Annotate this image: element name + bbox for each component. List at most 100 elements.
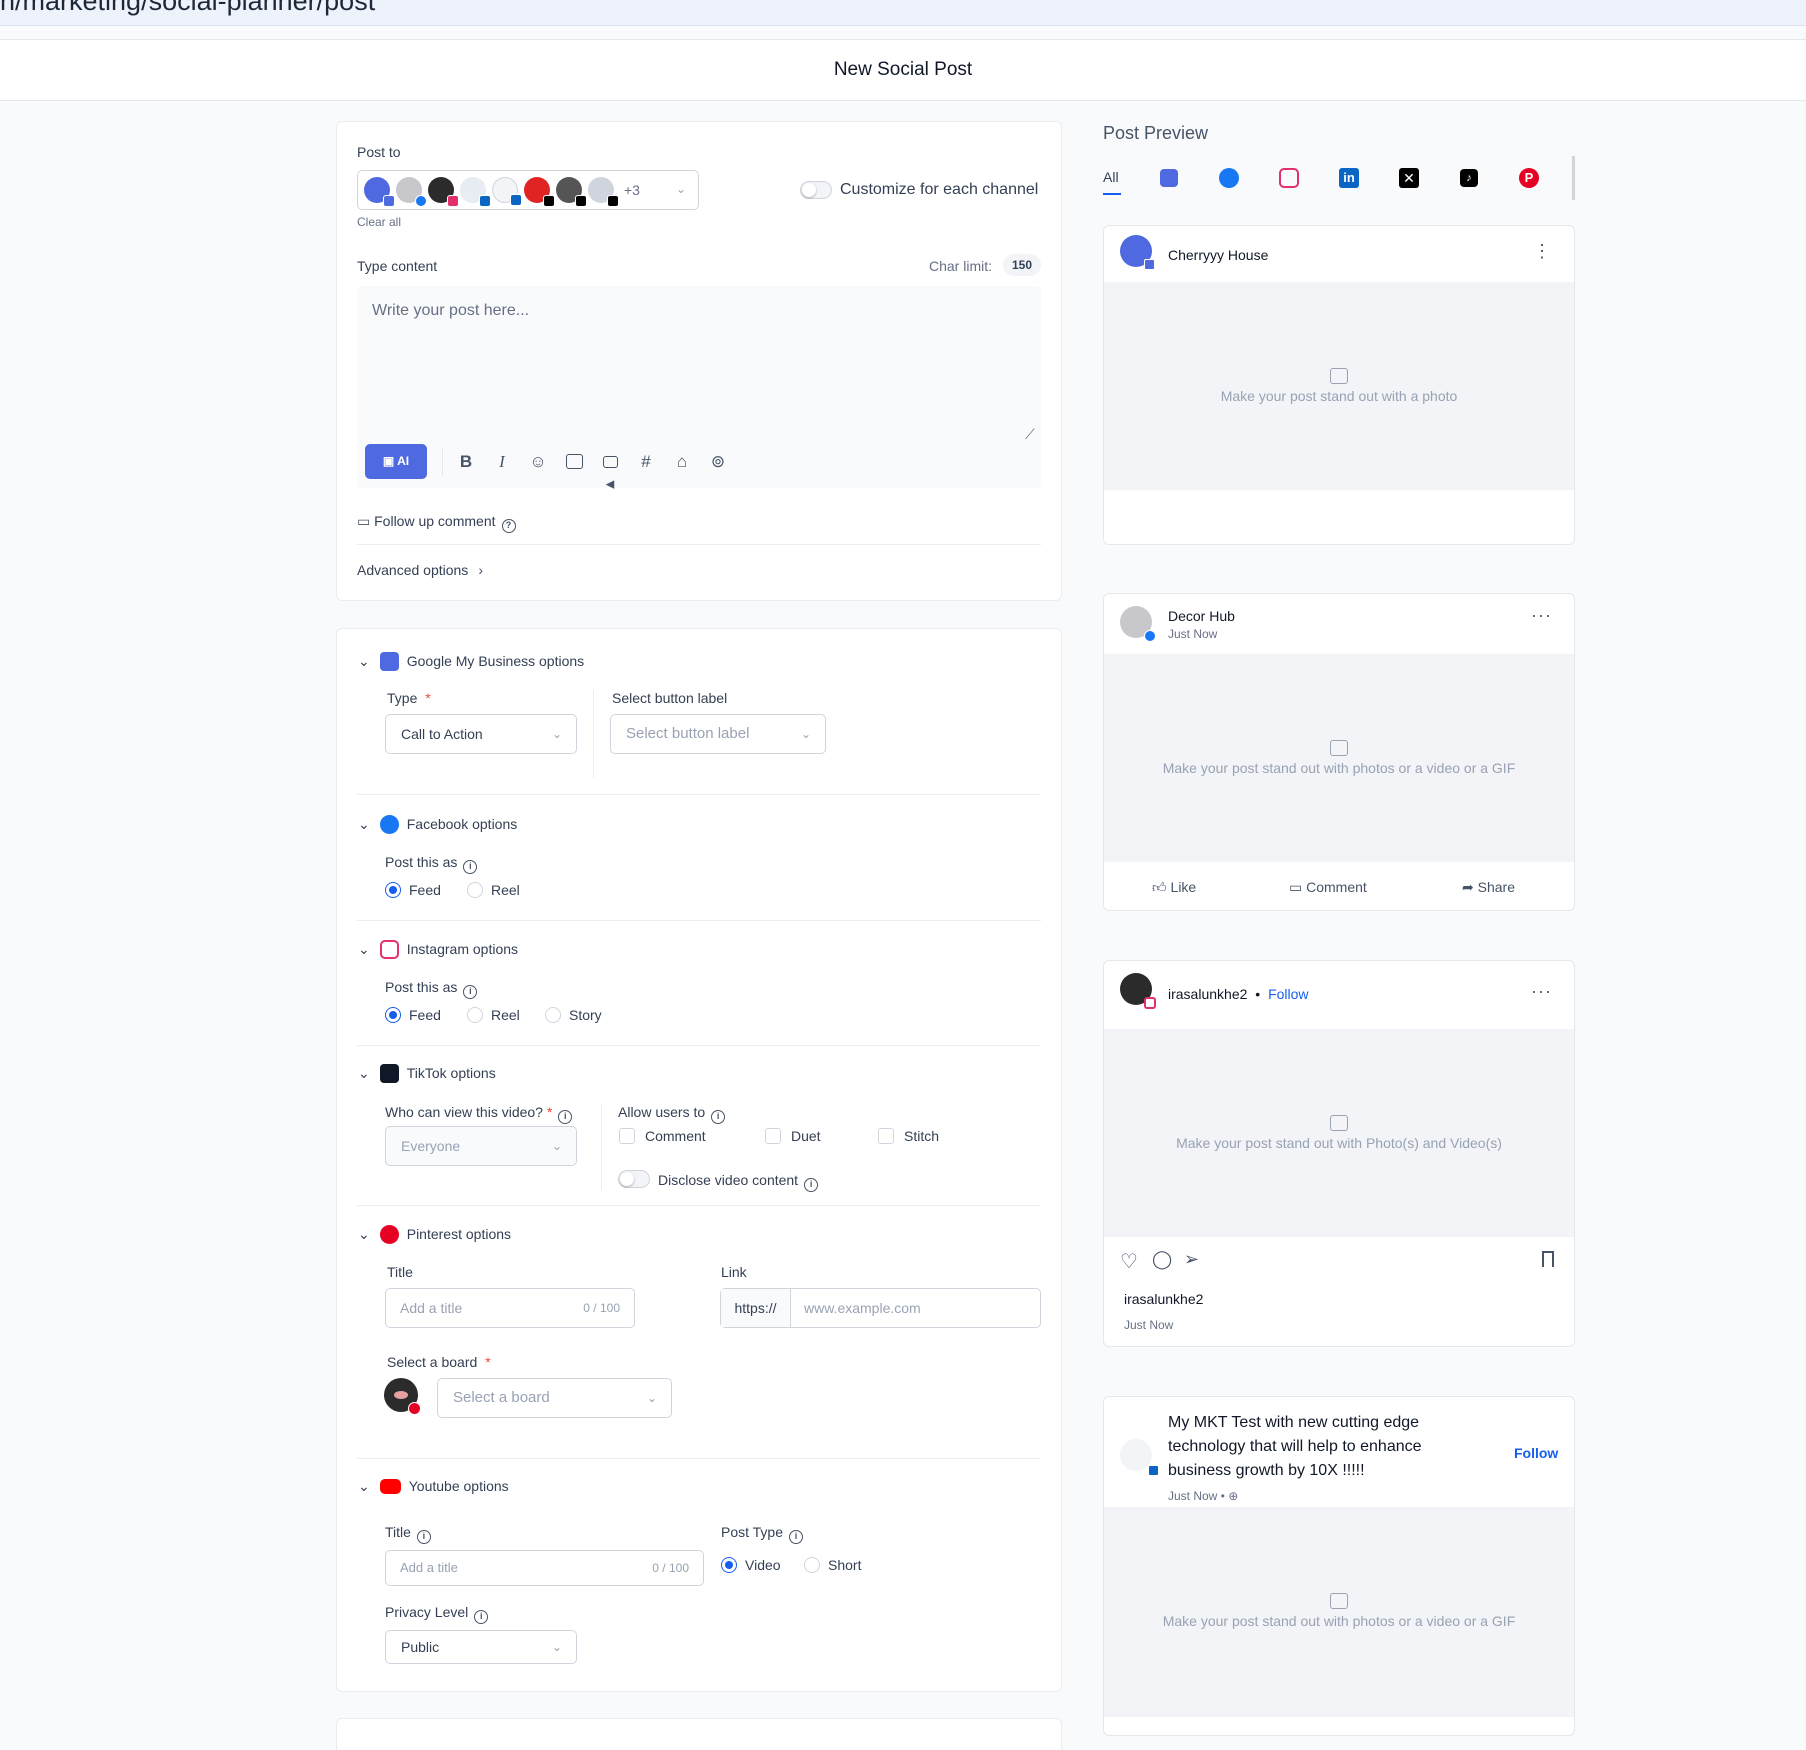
preview-li-time: Just Now • ⊕ (1168, 1489, 1239, 1503)
preview-tab-pinterest-icon[interactable]: P (1517, 166, 1541, 190)
preview-tab-linkedin-icon[interactable]: in (1337, 166, 1361, 190)
preview-tab-instagram-icon[interactable] (1277, 166, 1301, 190)
tiktok-stitch-checkbox[interactable]: Stitch (878, 1128, 939, 1144)
info-icon[interactable]: i (463, 860, 478, 874)
instagram-reel-radio[interactable]: Reel (467, 1007, 520, 1023)
ai-button[interactable]: ▣ AI (365, 444, 427, 479)
share-icon: ➦ (1462, 879, 1478, 895)
avatar (1120, 606, 1156, 642)
gmb-options-header[interactable]: ⌄ Google My Business options (358, 652, 584, 671)
tiktok-heading: TikTok options (406, 1065, 496, 1081)
chevron-down-icon: ⌄ (358, 1226, 370, 1242)
disclose-toggle[interactable] (618, 1170, 650, 1188)
pinterest-options-header[interactable]: ⌄ Pinterest options (358, 1225, 511, 1244)
pinterest-link-input[interactable]: https:// www.example.com (720, 1288, 1041, 1328)
customize-label: Customize for each channel (840, 181, 1039, 198)
divider (357, 794, 1041, 795)
tiktok-who-label: Who can view this video? * i (385, 1104, 573, 1124)
pinterest-account-avatar (384, 1378, 421, 1415)
instagram-feed-radio[interactable]: Feed (385, 1007, 441, 1023)
more-horizontal-icon[interactable]: ··· (1531, 605, 1552, 626)
chevron-down-icon[interactable]: ⌄ (676, 182, 686, 196)
resize-handle-icon[interactable]: ⟋ (1025, 426, 1035, 443)
italic-icon[interactable]: I (491, 451, 513, 473)
tiktok-duet-checkbox[interactable]: Duet (765, 1128, 821, 1144)
more-horizontal-icon[interactable]: ··· (1531, 981, 1552, 1002)
pinterest-title-input[interactable]: Add a title 0 / 100 (385, 1288, 635, 1328)
youtube-privacy-value: Public (401, 1639, 440, 1655)
account-avatar-linkedin (460, 177, 491, 207)
pinterest-board-label: Select a board * (387, 1354, 491, 1370)
location-icon[interactable]: ⊚ (707, 451, 729, 473)
preview-ig-user: irasalunkhe2 (1124, 1291, 1204, 1307)
info-icon[interactable]: i (804, 1178, 819, 1192)
preview-tab-x-icon[interactable]: ✕ (1397, 166, 1421, 190)
tiktok-comment-checkbox[interactable]: Comment (619, 1128, 706, 1144)
hashtag-icon[interactable]: # (635, 451, 657, 473)
youtube-options-header[interactable]: ⌄ Youtube options (358, 1478, 509, 1495)
pinterest-board-select[interactable]: Select a board ⌄ (437, 1378, 672, 1418)
tiktok-who-select[interactable]: Everyone ⌄ (385, 1126, 577, 1166)
fb-comment-button[interactable]: ▭ Comment (1289, 879, 1367, 896)
facebook-reel-radio[interactable]: Reel (467, 882, 520, 898)
image-icon[interactable] (563, 451, 585, 473)
preview-tab-all[interactable]: All (1103, 169, 1121, 195)
preview-li-name-line-1: My MKT Test with new cutting edge (1168, 1414, 1420, 1431)
preview-tab-tiktok-icon[interactable]: ♪ (1457, 166, 1481, 190)
preview-card-linkedin: My MKT Test with new cutting edge techno… (1103, 1396, 1575, 1736)
youtube-title-input[interactable]: Add a title 0 / 100 (385, 1550, 704, 1586)
info-icon[interactable]: i (474, 1610, 489, 1624)
info-icon[interactable]: i (789, 1530, 804, 1544)
preview-tab-facebook-icon[interactable] (1217, 166, 1241, 190)
facebook-feed-radio[interactable]: Feed (385, 882, 441, 898)
fb-share-button[interactable]: ➦ Share (1462, 879, 1515, 896)
youtube-title-placeholder: Add a title (400, 1560, 458, 1575)
bookmark-icon[interactable] (1542, 1251, 1554, 1267)
info-icon[interactable]: i (416, 1530, 431, 1544)
youtube-post-type-label: Post Type i (721, 1524, 804, 1544)
heart-icon[interactable]: ♡ (1120, 1249, 1138, 1274)
info-icon[interactable]: i (711, 1110, 726, 1124)
youtube-video-radio[interactable]: Video (721, 1557, 781, 1573)
preview-tab-gmb-icon[interactable] (1157, 166, 1181, 190)
account-selector[interactable]: +3 ⌄ (357, 170, 699, 210)
youtube-title-count: 0 / 100 (652, 1561, 689, 1575)
fb-like-button[interactable]: 👍︎ Like (1152, 879, 1196, 896)
gmb-button-select[interactable]: Select button label ⌄ (610, 714, 826, 754)
preview-tabs-scrollbar[interactable] (1572, 156, 1575, 200)
tiktok-disclose-label: Disclose video content i (658, 1172, 819, 1192)
clear-all-link[interactable]: Clear all (357, 215, 401, 229)
help-icon[interactable]: ? (501, 519, 516, 533)
preview-gmb-name: Cherryyy House (1168, 247, 1269, 263)
page-header: New Social Post (0, 39, 1806, 101)
divider (357, 920, 1041, 921)
facebook-options-header[interactable]: ⌄ Facebook options (358, 815, 517, 834)
tag-icon[interactable]: ⌂ (671, 451, 693, 473)
address-bar[interactable]: n/marketing/social-planner/post (0, 0, 1806, 26)
more-vertical-icon[interactable]: ⋮ (1533, 241, 1552, 262)
comment-icon[interactable]: ◯ (1152, 1249, 1172, 1270)
instagram-options-header[interactable]: ⌄ Instagram options (358, 940, 518, 959)
info-icon[interactable]: i (558, 1110, 573, 1124)
instagram-story-radio[interactable]: Story (545, 1007, 602, 1023)
avatar (1120, 235, 1155, 270)
li-follow-link[interactable]: Follow (1514, 1445, 1558, 1461)
youtube-privacy-select[interactable]: Public ⌄ (385, 1630, 577, 1664)
customize-toggle[interactable] (800, 181, 832, 199)
youtube-short-radio[interactable]: Short (804, 1557, 861, 1573)
youtube-icon (379, 1479, 401, 1494)
chevron-down-icon: ⌄ (358, 653, 370, 669)
youtube-title-label: Title i (385, 1524, 431, 1544)
bold-icon[interactable]: B (455, 451, 477, 473)
send-icon[interactable]: ➢ (1184, 1249, 1199, 1270)
emoji-icon[interactable]: ☺ (527, 451, 549, 473)
advanced-options-toggle[interactable]: Advanced options › (357, 562, 483, 578)
tiktok-options-header[interactable]: ⌄ TikTok options (358, 1064, 496, 1083)
video-icon[interactable]: ◂ (599, 451, 621, 493)
preview-fb-caption: Make your post stand out with photos or … (1162, 760, 1516, 776)
gmb-type-select[interactable]: Call to Action ⌄ (385, 714, 577, 754)
ig-follow-link[interactable]: Follow (1268, 986, 1308, 1002)
follow-up-comment[interactable]: ▭ Follow up comment? (357, 513, 516, 533)
info-icon[interactable]: i (463, 985, 478, 999)
toolbar-divider (442, 448, 443, 476)
